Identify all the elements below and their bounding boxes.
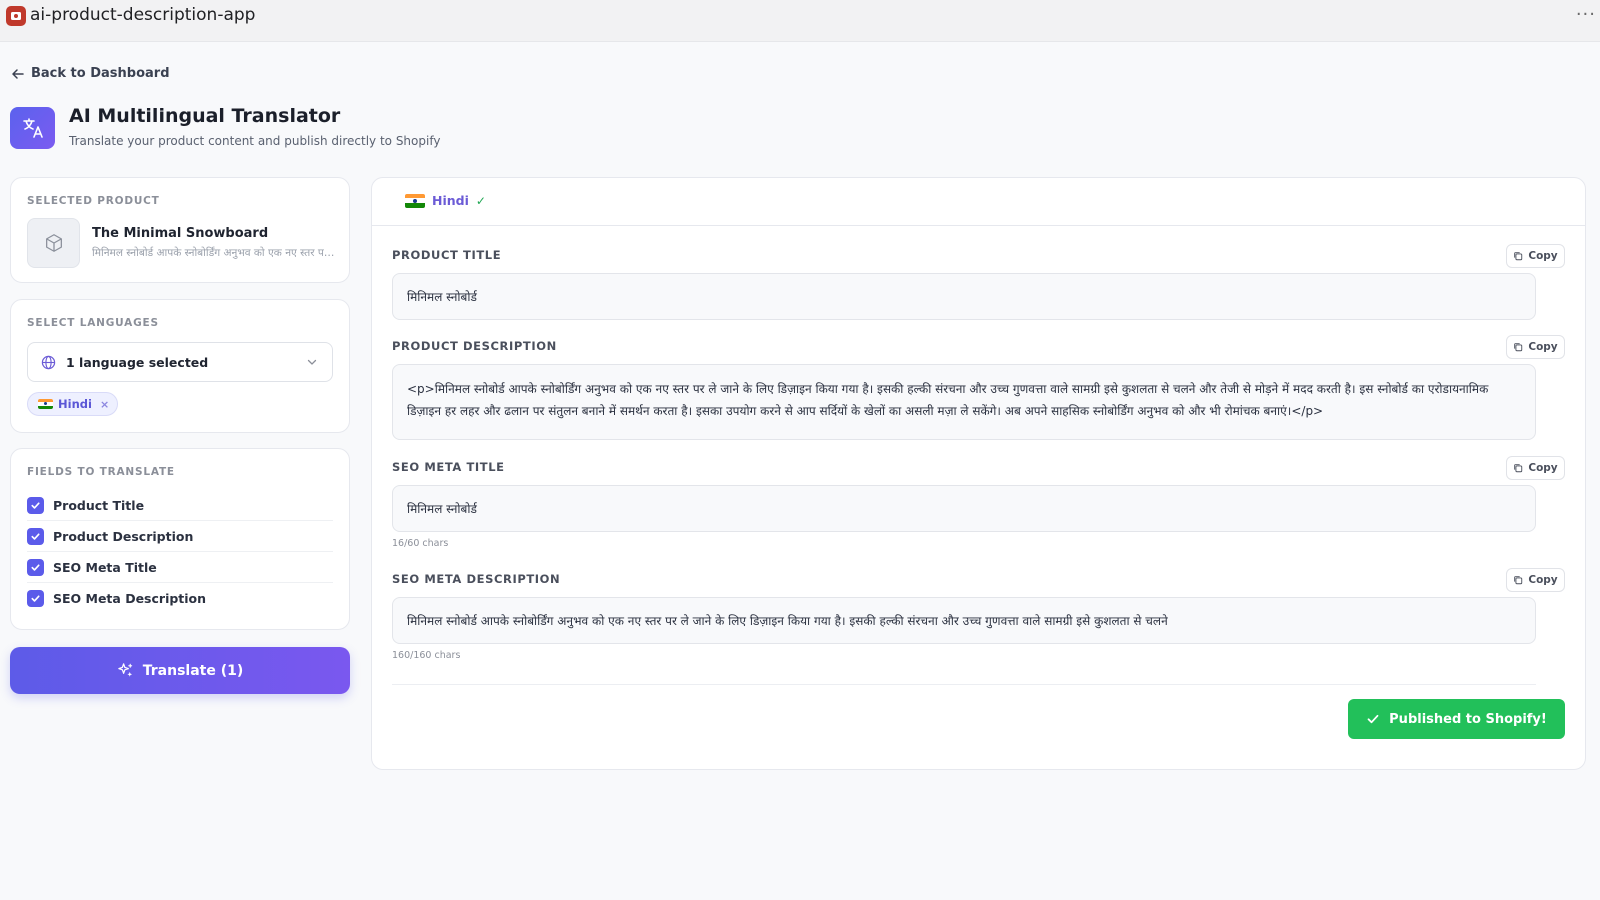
fields-to-translate-label: FIELDS TO TRANSLATE — [27, 466, 175, 478]
app-logo-icon — [6, 6, 26, 26]
seo-meta-description-label: SEO META DESCRIPTION — [392, 572, 561, 586]
selected-product-card: SELECTED PRODUCT The Minimal Snowboard म… — [10, 177, 350, 283]
seo-meta-title-label: SEO META TITLE — [392, 460, 505, 474]
product-name: The Minimal Snowboard — [92, 226, 269, 241]
fields-to-translate-card: FIELDS TO TRANSLATE Product Title Produc… — [10, 448, 350, 630]
chip-label: Hindi — [58, 397, 92, 411]
published-to-shopify-button[interactable]: Published to Shopify! — [1348, 699, 1565, 739]
seo-meta-description-field[interactable]: मिनिमल स्नोबोर्ड आपके स्नोबोर्डिंग अनुभव… — [392, 597, 1536, 644]
field-label: Product Title — [53, 497, 145, 513]
product-description-label: PRODUCT DESCRIPTION — [392, 339, 557, 353]
copy-icon — [1514, 576, 1523, 585]
language-select[interactable]: 1 language selected — [27, 342, 333, 382]
copy-icon — [1514, 252, 1523, 261]
check-icon — [1367, 714, 1379, 724]
language-select-value: 1 language selected — [66, 354, 209, 370]
copy-seo-meta-title-button[interactable]: Copy — [1506, 456, 1565, 480]
copy-product-title-button[interactable]: Copy — [1506, 244, 1565, 268]
product-description-field[interactable]: <p>मिनिमल स्नोबोर्ड आपके स्नोबोर्डिंग अन… — [392, 364, 1536, 440]
field-checkbox-seo-meta-description[interactable]: SEO Meta Description — [27, 583, 333, 614]
product-title-label: PRODUCT TITLE — [392, 248, 502, 262]
language-tabs: Hindi ✓ — [372, 178, 1585, 226]
translate-button-label: Translate (1) — [142, 662, 244, 679]
more-options-icon[interactable]: ··· — [1576, 4, 1596, 25]
copy-seo-meta-description-button[interactable]: Copy — [1506, 568, 1565, 592]
product-thumbnail — [27, 218, 80, 268]
translation-results-panel: Hindi ✓ PRODUCT TITLE Copy मिनिमल स्नोबो… — [371, 177, 1586, 770]
chevron-down-icon — [307, 359, 317, 365]
india-flag-icon — [405, 193, 425, 208]
app-titlebar: ai-product-description-app ··· — [0, 0, 1600, 42]
language-chip-hindi: Hindi × — [27, 392, 119, 416]
india-flag-icon — [38, 399, 53, 409]
app-title: ai-product-description-app — [30, 5, 256, 25]
page-subtitle: Translate your product content and publi… — [69, 134, 441, 148]
checkbox-checked-icon[interactable] — [27, 527, 44, 545]
page-title: AI Multilingual Translator — [69, 105, 341, 127]
remove-chip-icon[interactable]: × — [100, 398, 109, 411]
seo-meta-title-char-count: 16/60 chars — [392, 538, 449, 549]
field-label: SEO Meta Title — [53, 559, 157, 575]
copy-label: Copy — [1528, 250, 1558, 262]
copy-label: Copy — [1528, 462, 1558, 474]
product-excerpt: मिनिमल स्नोबोर्ड आपके स्नोबोर्डिंग अनुभव… — [92, 247, 337, 259]
field-label: Product Description — [53, 528, 194, 544]
sparkles-icon — [118, 663, 132, 677]
divider — [392, 684, 1536, 685]
copy-label: Copy — [1528, 341, 1558, 353]
field-checkbox-seo-meta-title[interactable]: SEO Meta Title — [27, 552, 333, 583]
checkbox-checked-icon[interactable] — [27, 558, 44, 576]
field-label: SEO Meta Description — [53, 591, 207, 606]
back-to-dashboard-link[interactable]: Back to Dashboard — [11, 66, 170, 81]
field-checkbox-product-title[interactable]: Product Title — [27, 490, 333, 521]
copy-icon — [1514, 343, 1523, 352]
translate-button[interactable]: Translate (1) — [10, 647, 350, 694]
product-title-field[interactable]: मिनिमल स्नोबोर्ड — [392, 273, 1536, 320]
publish-label: Published to Shopify! — [1389, 711, 1547, 727]
tab-hindi[interactable]: Hindi ✓ — [405, 193, 486, 208]
seo-meta-description-char-count: 160/160 chars — [392, 650, 461, 661]
box-icon — [45, 234, 62, 252]
select-languages-card: SELECT LANGUAGES 1 language selected Hin… — [10, 299, 350, 433]
back-label: Back to Dashboard — [31, 66, 170, 81]
check-icon: ✓ — [475, 193, 486, 208]
field-checkbox-product-description[interactable]: Product Description — [27, 521, 333, 552]
arrow-left-icon — [12, 68, 24, 79]
translate-icon — [10, 107, 55, 149]
tab-label: Hindi — [432, 193, 469, 208]
checkbox-checked-icon[interactable] — [27, 496, 44, 514]
seo-meta-title-field[interactable]: मिनिमल स्नोबोर्ड — [392, 485, 1536, 532]
copy-label: Copy — [1528, 574, 1558, 586]
globe-icon — [41, 355, 56, 369]
copy-icon — [1514, 464, 1523, 473]
copy-product-description-button[interactable]: Copy — [1506, 335, 1565, 359]
select-languages-label: SELECT LANGUAGES — [27, 317, 159, 329]
selected-product-label: SELECTED PRODUCT — [27, 195, 160, 207]
checkbox-checked-icon[interactable] — [27, 590, 44, 607]
